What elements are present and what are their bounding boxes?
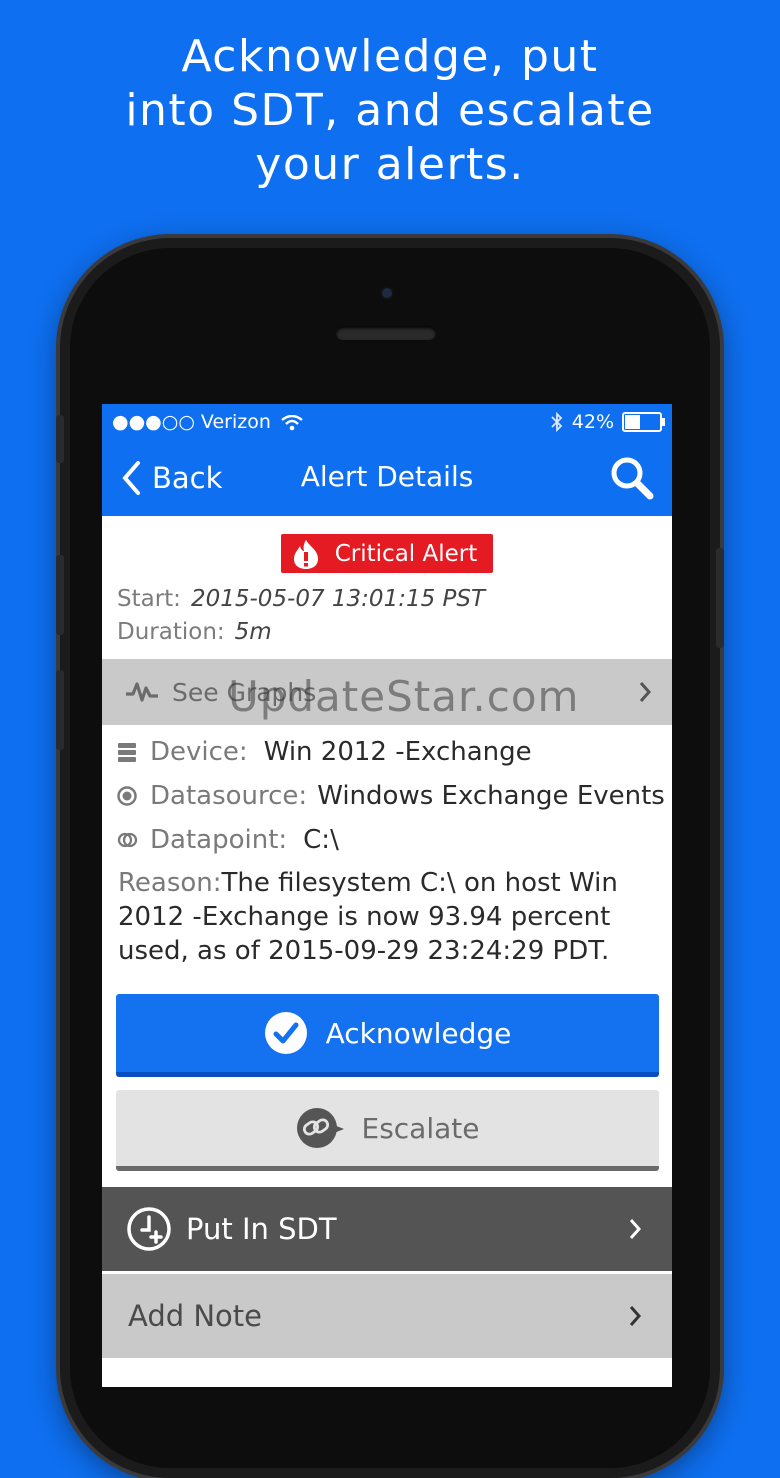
- critical-badge-row: Critical Alert: [102, 534, 672, 574]
- page-title: Alert Details: [300, 460, 474, 493]
- escalate-link-icon: [296, 1108, 344, 1148]
- reason-block: Reason:The filesystem C:\ on host Win 20…: [118, 866, 658, 968]
- datapoint-label: Datapoint:: [150, 825, 288, 855]
- add-note-label: Add Note: [128, 1299, 263, 1333]
- put-in-sdt-row[interactable]: Put In SDT: [102, 1187, 672, 1271]
- datasource-value: Windows Exchange Events: [317, 781, 665, 811]
- duration-label: Duration:: [117, 619, 225, 645]
- battery-percent: 42%: [571, 411, 614, 433]
- earpiece-speaker: [336, 326, 436, 340]
- volume-down-button: [56, 670, 64, 750]
- headline-line-2: into SDT, and escalate: [125, 85, 655, 136]
- device-row: Device: Win 2012 -Exchange: [116, 737, 532, 767]
- flame-icon: [293, 539, 318, 569]
- reason-label: Reason:: [118, 868, 222, 898]
- battery-icon: [622, 412, 665, 432]
- search-button[interactable]: [608, 454, 656, 502]
- start-row: Start: 2015-05-07 13:01:15 PST: [117, 586, 485, 612]
- critical-alert-label: Critical Alert: [334, 540, 478, 567]
- critical-alert-badge: Critical Alert: [280, 534, 494, 573]
- acknowledge-label: Acknowledge: [325, 1016, 512, 1050]
- carrier-label: ●●●○○ Verizon: [112, 411, 271, 433]
- device-value: Win 2012 -Exchange: [263, 737, 532, 767]
- status-left: ●●●○○ Verizon: [112, 408, 303, 436]
- sdt-clock-icon: [127, 1207, 171, 1251]
- add-note-row[interactable]: Add Note: [102, 1274, 672, 1358]
- screen: ●●●○○ Verizon 42% Back Alert Details Cri…: [102, 404, 672, 1387]
- power-button: [716, 548, 724, 648]
- chevron-right-icon: [629, 1306, 642, 1326]
- datapoint-row: Datapoint: C:\: [116, 825, 339, 855]
- duration-value: 5m: [234, 619, 272, 645]
- check-circle-icon: [264, 1012, 307, 1054]
- navigation-bar: ●●●○○ Verizon 42% Back Alert Details: [102, 404, 672, 516]
- put-in-sdt-label: Put In SDT: [186, 1212, 337, 1246]
- headline-line-1: Acknowledge, put: [181, 31, 599, 82]
- graph-icon: [126, 682, 158, 702]
- acknowledge-button[interactable]: Acknowledge: [116, 994, 659, 1077]
- status-right: 42%: [550, 408, 665, 436]
- start-value: 2015-05-07 13:01:15 PST: [190, 586, 486, 612]
- bluetooth-icon: [551, 411, 563, 433]
- radio-dot-icon: [117, 786, 137, 806]
- start-label: Start:: [117, 586, 181, 612]
- mute-switch: [56, 415, 64, 463]
- battery-level: [625, 415, 641, 429]
- device-label: Device:: [150, 737, 248, 767]
- wifi-icon: [281, 414, 303, 430]
- datapoint-icon: [117, 832, 138, 848]
- datasource-label: Datasource:: [150, 781, 308, 811]
- front-camera: [382, 288, 392, 298]
- chevron-right-icon: [639, 682, 652, 702]
- server-icon: [118, 743, 136, 762]
- escalate-label: Escalate: [361, 1111, 480, 1145]
- search-icon: [611, 457, 654, 500]
- volume-up-button: [56, 555, 64, 635]
- datapoint-value: C:\: [303, 825, 339, 855]
- watermark: UpdateStar.com: [228, 672, 580, 721]
- headline-line-3: your alerts.: [255, 139, 525, 190]
- chevron-right-icon: [629, 1219, 642, 1239]
- duration-row: Duration: 5m: [117, 619, 272, 645]
- escalate-button[interactable]: Escalate: [116, 1090, 659, 1171]
- headline: Acknowledge, put into SDT, and escalate …: [0, 30, 780, 192]
- datasource-row: Datasource: Windows Exchange Events: [116, 781, 665, 811]
